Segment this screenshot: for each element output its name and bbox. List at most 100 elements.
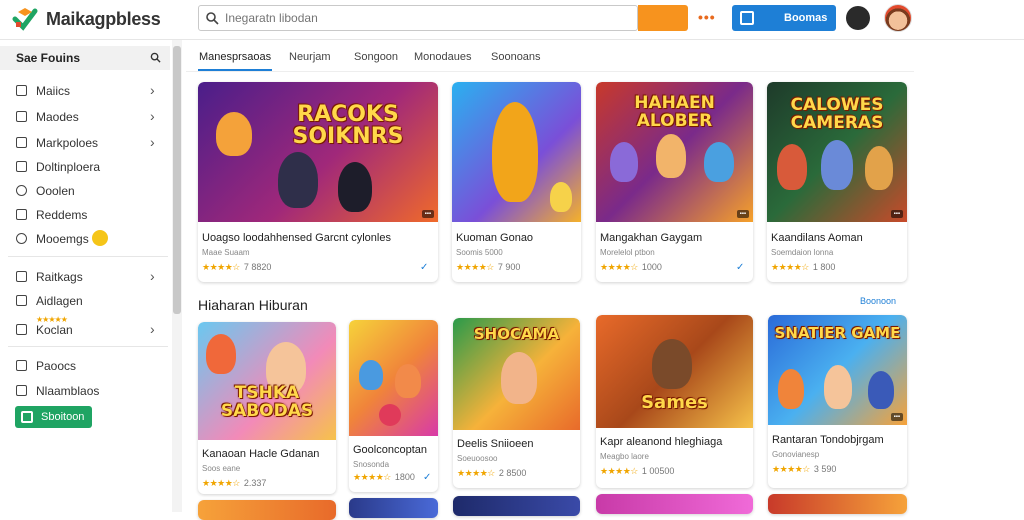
sidebar-item-nlaamblaos[interactable]: Nlaamblaos	[16, 382, 166, 402]
game-title: Kanaoan Hacle Gdanan	[202, 448, 320, 460]
sidebar-scrollbar[interactable]	[172, 40, 182, 512]
rating-stars: ★★★★☆ 3 590	[772, 464, 836, 475]
chevron-right-icon: ›	[150, 268, 155, 284]
game-title: Goolconcoptan	[353, 444, 427, 456]
doc-icon	[16, 295, 27, 306]
clock-icon	[16, 233, 27, 244]
sidebar-item-label: Maiics	[36, 84, 71, 98]
game-thumbnail: CALOWES CAMERAS ▪▪▪	[767, 82, 907, 222]
avatar[interactable]	[884, 4, 912, 32]
active-tab-indicator	[198, 69, 272, 71]
sidebar-item-koclan[interactable]: ★★★★★ Koclan ›	[16, 315, 166, 341]
game-subtitle: Gonovianesp	[772, 450, 820, 459]
chat-icon[interactable]	[846, 6, 870, 30]
section-see-all-link[interactable]: Boonoon	[860, 296, 896, 306]
logo-icon	[12, 8, 38, 31]
chart-icon	[16, 137, 27, 148]
chevron-right-icon: ›	[150, 82, 155, 98]
tab-bar: Manesprsaoas Neurjam Songoon Monodaues S…	[186, 40, 914, 72]
rating-value: ★★★★☆	[202, 478, 240, 488]
search-button[interactable]	[638, 5, 688, 31]
sidebar-search-icon[interactable]	[150, 52, 161, 63]
game-title: Kuoman Gonao	[456, 232, 534, 244]
game-badge: ▪▪▪	[421, 210, 434, 218]
rating-count: 7 900	[497, 262, 521, 272]
scrollbar-thumb[interactable]	[173, 46, 181, 314]
game-card[interactable]: Kuoman Gonao Soomis 5000 ★★★★☆ 7 900	[452, 82, 581, 282]
game-card[interactable]: RACOKS SOIKNRS ▪▪▪ Uoagso loodahhensed G…	[198, 82, 438, 282]
game-card[interactable]	[349, 498, 438, 518]
search-input[interactable]	[225, 9, 625, 27]
tab-songoon[interactable]: Songoon	[354, 51, 398, 63]
sidebar-green-button-label: Sboitoon	[41, 411, 85, 423]
game-thumbnail: TSHKA SABODAS	[198, 322, 336, 440]
rating-value: ★★★★☆	[771, 262, 809, 272]
rating-stars: ★★★★☆ 1000	[600, 262, 662, 273]
tab-soonoans[interactable]: Soonoans	[491, 51, 541, 63]
sidebar-item-label: Ooolen	[36, 184, 75, 198]
game-card[interactable]: CALOWES CAMERAS ▪▪▪ Kaandilans Aoman Soe…	[767, 82, 907, 282]
top-bar: Maikagpbless ••• Boomas	[0, 0, 1024, 40]
sidebar-item-label: Doltinploera	[36, 160, 101, 174]
sidebar-item-label: Nlaamblaos	[36, 384, 100, 398]
sidebar-item-maodes[interactable]: Maodes ›	[16, 108, 166, 128]
check-icon: ✓	[423, 472, 432, 483]
rating-count: 2.337	[243, 478, 267, 488]
sidebar-item-markpoloes[interactable]: Markpoloes ›	[16, 134, 166, 154]
store-icon	[21, 411, 33, 423]
rating-count: 2 8500	[498, 468, 527, 478]
primary-action-button[interactable]: Boomas	[732, 5, 836, 31]
emoji-icon	[92, 230, 108, 246]
sidebar-divider	[8, 346, 168, 347]
rating-stars: ★★★★☆ 1 800	[771, 262, 835, 273]
tab-manesprsaoas[interactable]: Manesprsaoas	[199, 51, 271, 63]
check-icon: ✓	[736, 262, 745, 273]
sidebar-item-reddems[interactable]: Reddems	[16, 206, 166, 226]
game-title: Deelis Sniioeen	[457, 438, 534, 450]
more-menu-button[interactable]: •••	[698, 9, 716, 25]
game-card[interactable]	[453, 496, 580, 516]
game-subtitle: Soemdaion lonna	[771, 248, 834, 257]
game-thumbnail	[349, 320, 438, 436]
sidebar-divider	[8, 256, 168, 257]
game-thumbnail: SNATIER GAME ▪▪▪	[768, 315, 907, 425]
game-card[interactable]	[768, 494, 907, 514]
game-card[interactable]: HAHAEN ALOBER ▪▪▪ Mangakhan Gaygam Morel…	[596, 82, 753, 282]
game-card[interactable]	[198, 500, 336, 520]
section-title: Hiaharan Hiburan	[198, 297, 308, 313]
sidebar-green-button[interactable]: Sboitoon	[15, 406, 92, 428]
search-bar[interactable]	[198, 5, 638, 31]
sidebar-item-aidlagen[interactable]: Aidlagen	[16, 292, 166, 312]
chevron-right-icon: ›	[150, 321, 155, 337]
store-icon	[740, 11, 754, 25]
gift-icon	[16, 324, 27, 335]
game-subtitle: Maae Suaam	[202, 248, 250, 257]
game-art-title: CALOWES CAMERAS	[790, 95, 884, 133]
sidebar-item-mooemgs[interactable]: Mooemgs	[16, 230, 166, 250]
game-card[interactable]	[596, 494, 753, 514]
game-card[interactable]: Sames Kapr aleanond hleghiaga Meagbo lao…	[596, 315, 753, 488]
rating-count: 3 590	[813, 464, 837, 474]
game-card[interactable]: SNATIER GAME ▪▪▪ Rantaran Tondobjrgam Go…	[768, 315, 907, 488]
box-icon	[16, 111, 27, 122]
rating-count: 1000	[641, 262, 662, 272]
sidebar-item-label: Aidlagen	[36, 294, 83, 308]
sidebar-item-paoocs[interactable]: Paoocs	[16, 357, 166, 377]
tab-neurjam[interactable]: Neurjam	[289, 51, 331, 63]
primary-action-label: Boomas	[784, 12, 828, 24]
sidebar-item-raitkags[interactable]: Raitkags ›	[16, 268, 166, 288]
game-card[interactable]: TSHKA SABODAS Kanaoan Hacle Gdanan Soos …	[198, 322, 336, 494]
sidebar-item-doltinploera[interactable]: Doltinploera	[16, 158, 166, 178]
sidebar-item-label: Reddems	[36, 208, 88, 222]
sidebar-item-maiics[interactable]: Maiics ›	[16, 82, 166, 102]
game-subtitle: Soomis 5000	[456, 248, 503, 257]
game-title: Kaandilans Aoman	[771, 232, 863, 244]
game-card[interactable]: Goolconcoptan Snosonda ★★★★☆ 1800 ✓	[349, 320, 438, 492]
rating-count: 1800	[394, 472, 415, 482]
game-card[interactable]: SHOCAMA Deelis Sniioeen Soeuoosoo ★★★★☆ 2…	[453, 318, 580, 488]
game-badge: ▪▪▪	[890, 210, 903, 218]
rating-value: ★★★★☆	[457, 468, 495, 478]
sidebar-item-label: Mooemgs	[36, 232, 89, 246]
tab-monodaues[interactable]: Monodaues	[414, 51, 472, 63]
sidebar-item-ooolen[interactable]: Ooolen	[16, 182, 166, 202]
